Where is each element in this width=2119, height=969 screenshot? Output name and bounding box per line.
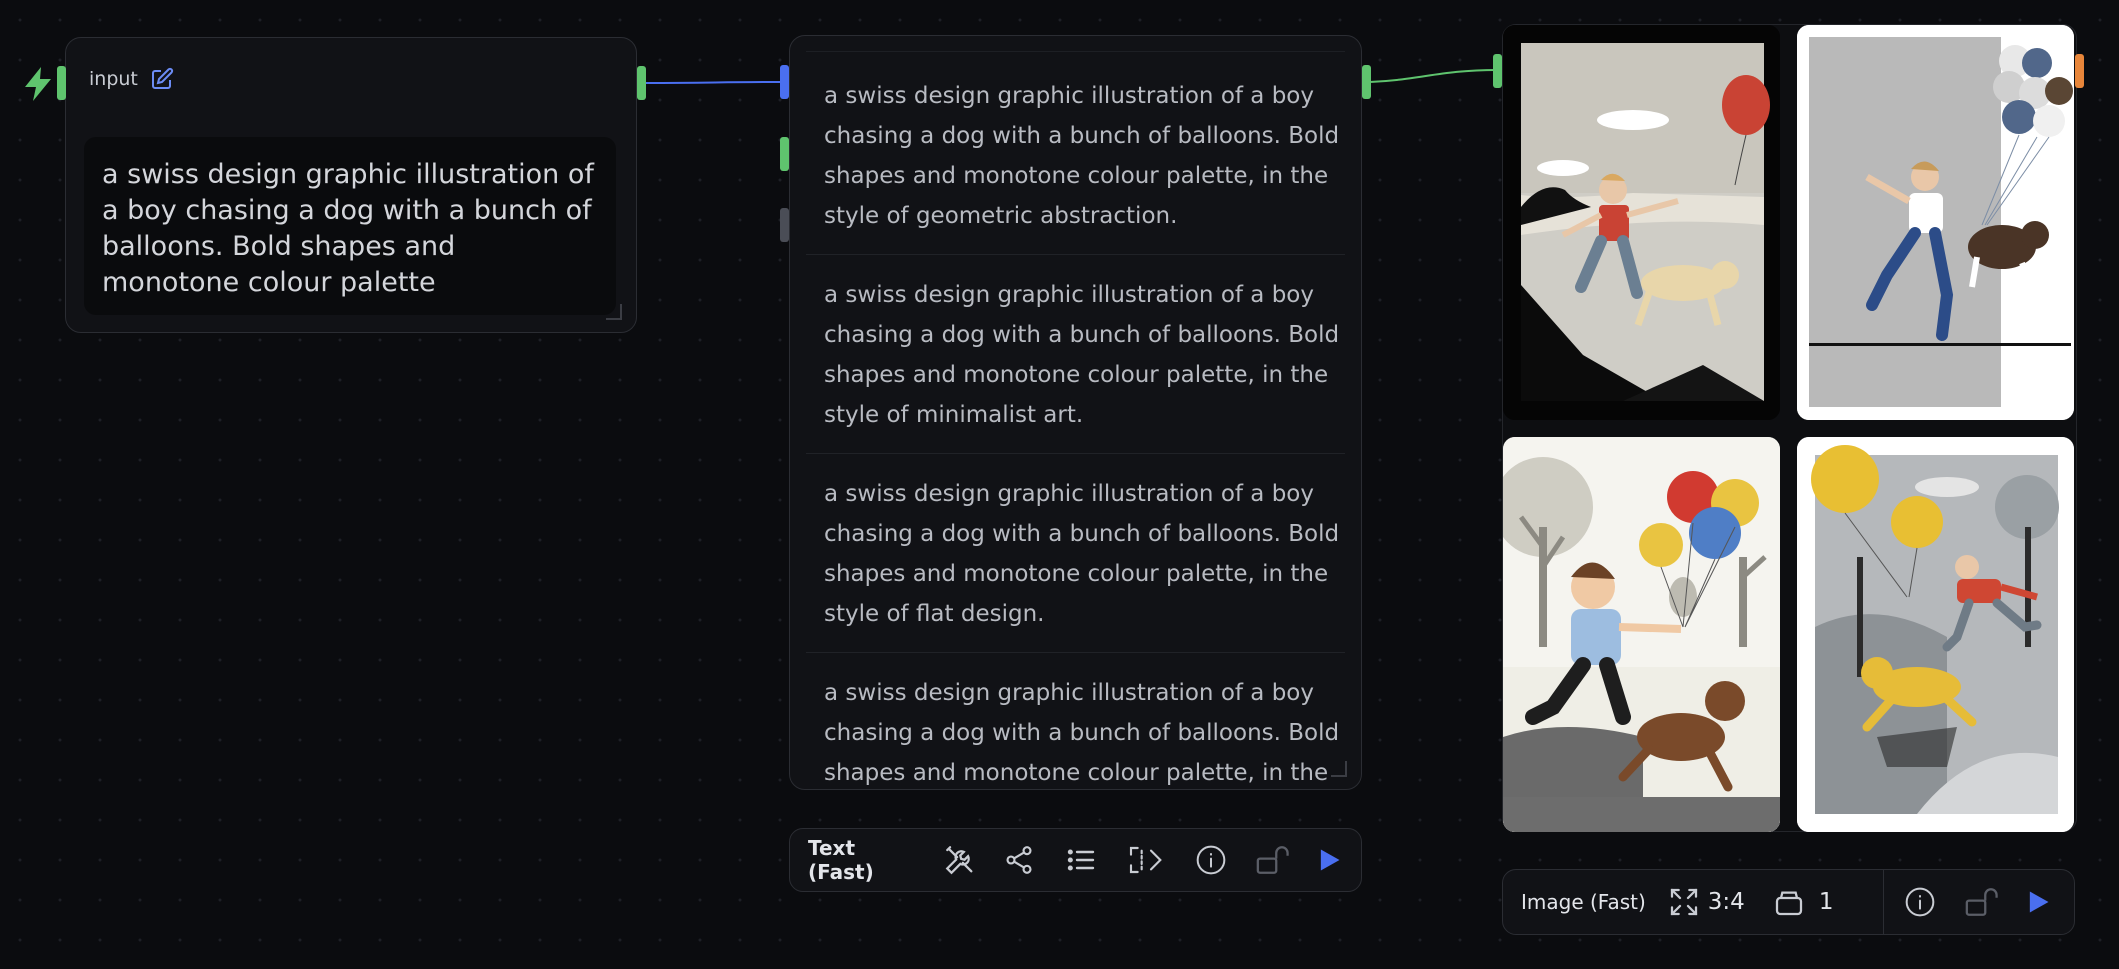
text-output-item[interactable]: a swiss design graphic illustration of a… <box>806 454 1345 653</box>
input-node[interactable]: input a swiss design graphic illustratio… <box>65 37 637 333</box>
generated-image-4[interactable] <box>1797 437 2074 832</box>
resize-handle[interactable] <box>1331 761 1347 777</box>
image-node-input-port[interactable] <box>1493 54 1502 88</box>
text-model-label[interactable]: Text (Fast) <box>808 836 915 884</box>
generated-image-1[interactable] <box>1503 25 1780 420</box>
wire-text-to-image <box>1369 69 1498 83</box>
image-node-toolbar: Image (Fast) 3:4 1 <box>1502 869 2075 935</box>
resize-handle[interactable] <box>606 304 622 320</box>
expand-code-icon[interactable] <box>1127 843 1167 877</box>
text-node-toolbar: Text (Fast) <box>789 828 1362 892</box>
play-icon[interactable] <box>1315 846 1343 874</box>
unlock-icon[interactable] <box>1255 843 1289 877</box>
text-node-tertiary-port[interactable] <box>780 208 789 242</box>
tools-icon[interactable] <box>943 843 977 877</box>
toolbar-divider <box>1883 870 1885 934</box>
node-title: input <box>89 68 138 90</box>
input-node-header: input <box>89 67 174 91</box>
text-output-node[interactable]: a swiss design graphic illustration of a… <box>789 35 1362 790</box>
share-icon[interactable] <box>1003 844 1035 876</box>
unlock-icon[interactable] <box>1964 885 1999 919</box>
text-output-item[interactable]: a swiss design graphic illustration of a… <box>806 653 1345 789</box>
aspect-ratio-value[interactable]: 3:4 <box>1708 889 1745 915</box>
generated-image-2[interactable] <box>1797 25 2074 420</box>
text-output-item[interactable]: a swiss design graphic illustration of a… <box>806 51 1345 255</box>
wire-input-to-text <box>645 81 784 84</box>
play-icon[interactable] <box>2024 888 2052 916</box>
list-icon[interactable] <box>1065 844 1097 876</box>
text-output-item[interactable]: a swiss design graphic illustration of a… <box>806 255 1345 454</box>
lightning-icon[interactable] <box>22 66 54 102</box>
text-node-output-port[interactable] <box>1362 65 1371 99</box>
image-output-node[interactable] <box>1502 24 2077 832</box>
expand-icon[interactable] <box>1668 886 1700 918</box>
text-node-input-port[interactable] <box>780 65 789 99</box>
input-node-output-port[interactable] <box>637 66 646 100</box>
edit-icon[interactable] <box>150 67 174 91</box>
image-node-output-port[interactable] <box>2075 54 2084 88</box>
text-node-secondary-port[interactable] <box>780 137 789 171</box>
input-node-left-port[interactable] <box>57 66 66 100</box>
info-icon[interactable] <box>1195 844 1227 876</box>
layers-icon[interactable] <box>1773 886 1805 918</box>
image-model-label[interactable]: Image (Fast) <box>1521 890 1646 914</box>
info-icon[interactable] <box>1904 886 1936 918</box>
prompt-input[interactable]: a swiss design graphic illustration of a… <box>84 137 616 315</box>
image-count-value[interactable]: 1 <box>1819 889 1834 915</box>
generated-image-3[interactable] <box>1503 437 1780 832</box>
